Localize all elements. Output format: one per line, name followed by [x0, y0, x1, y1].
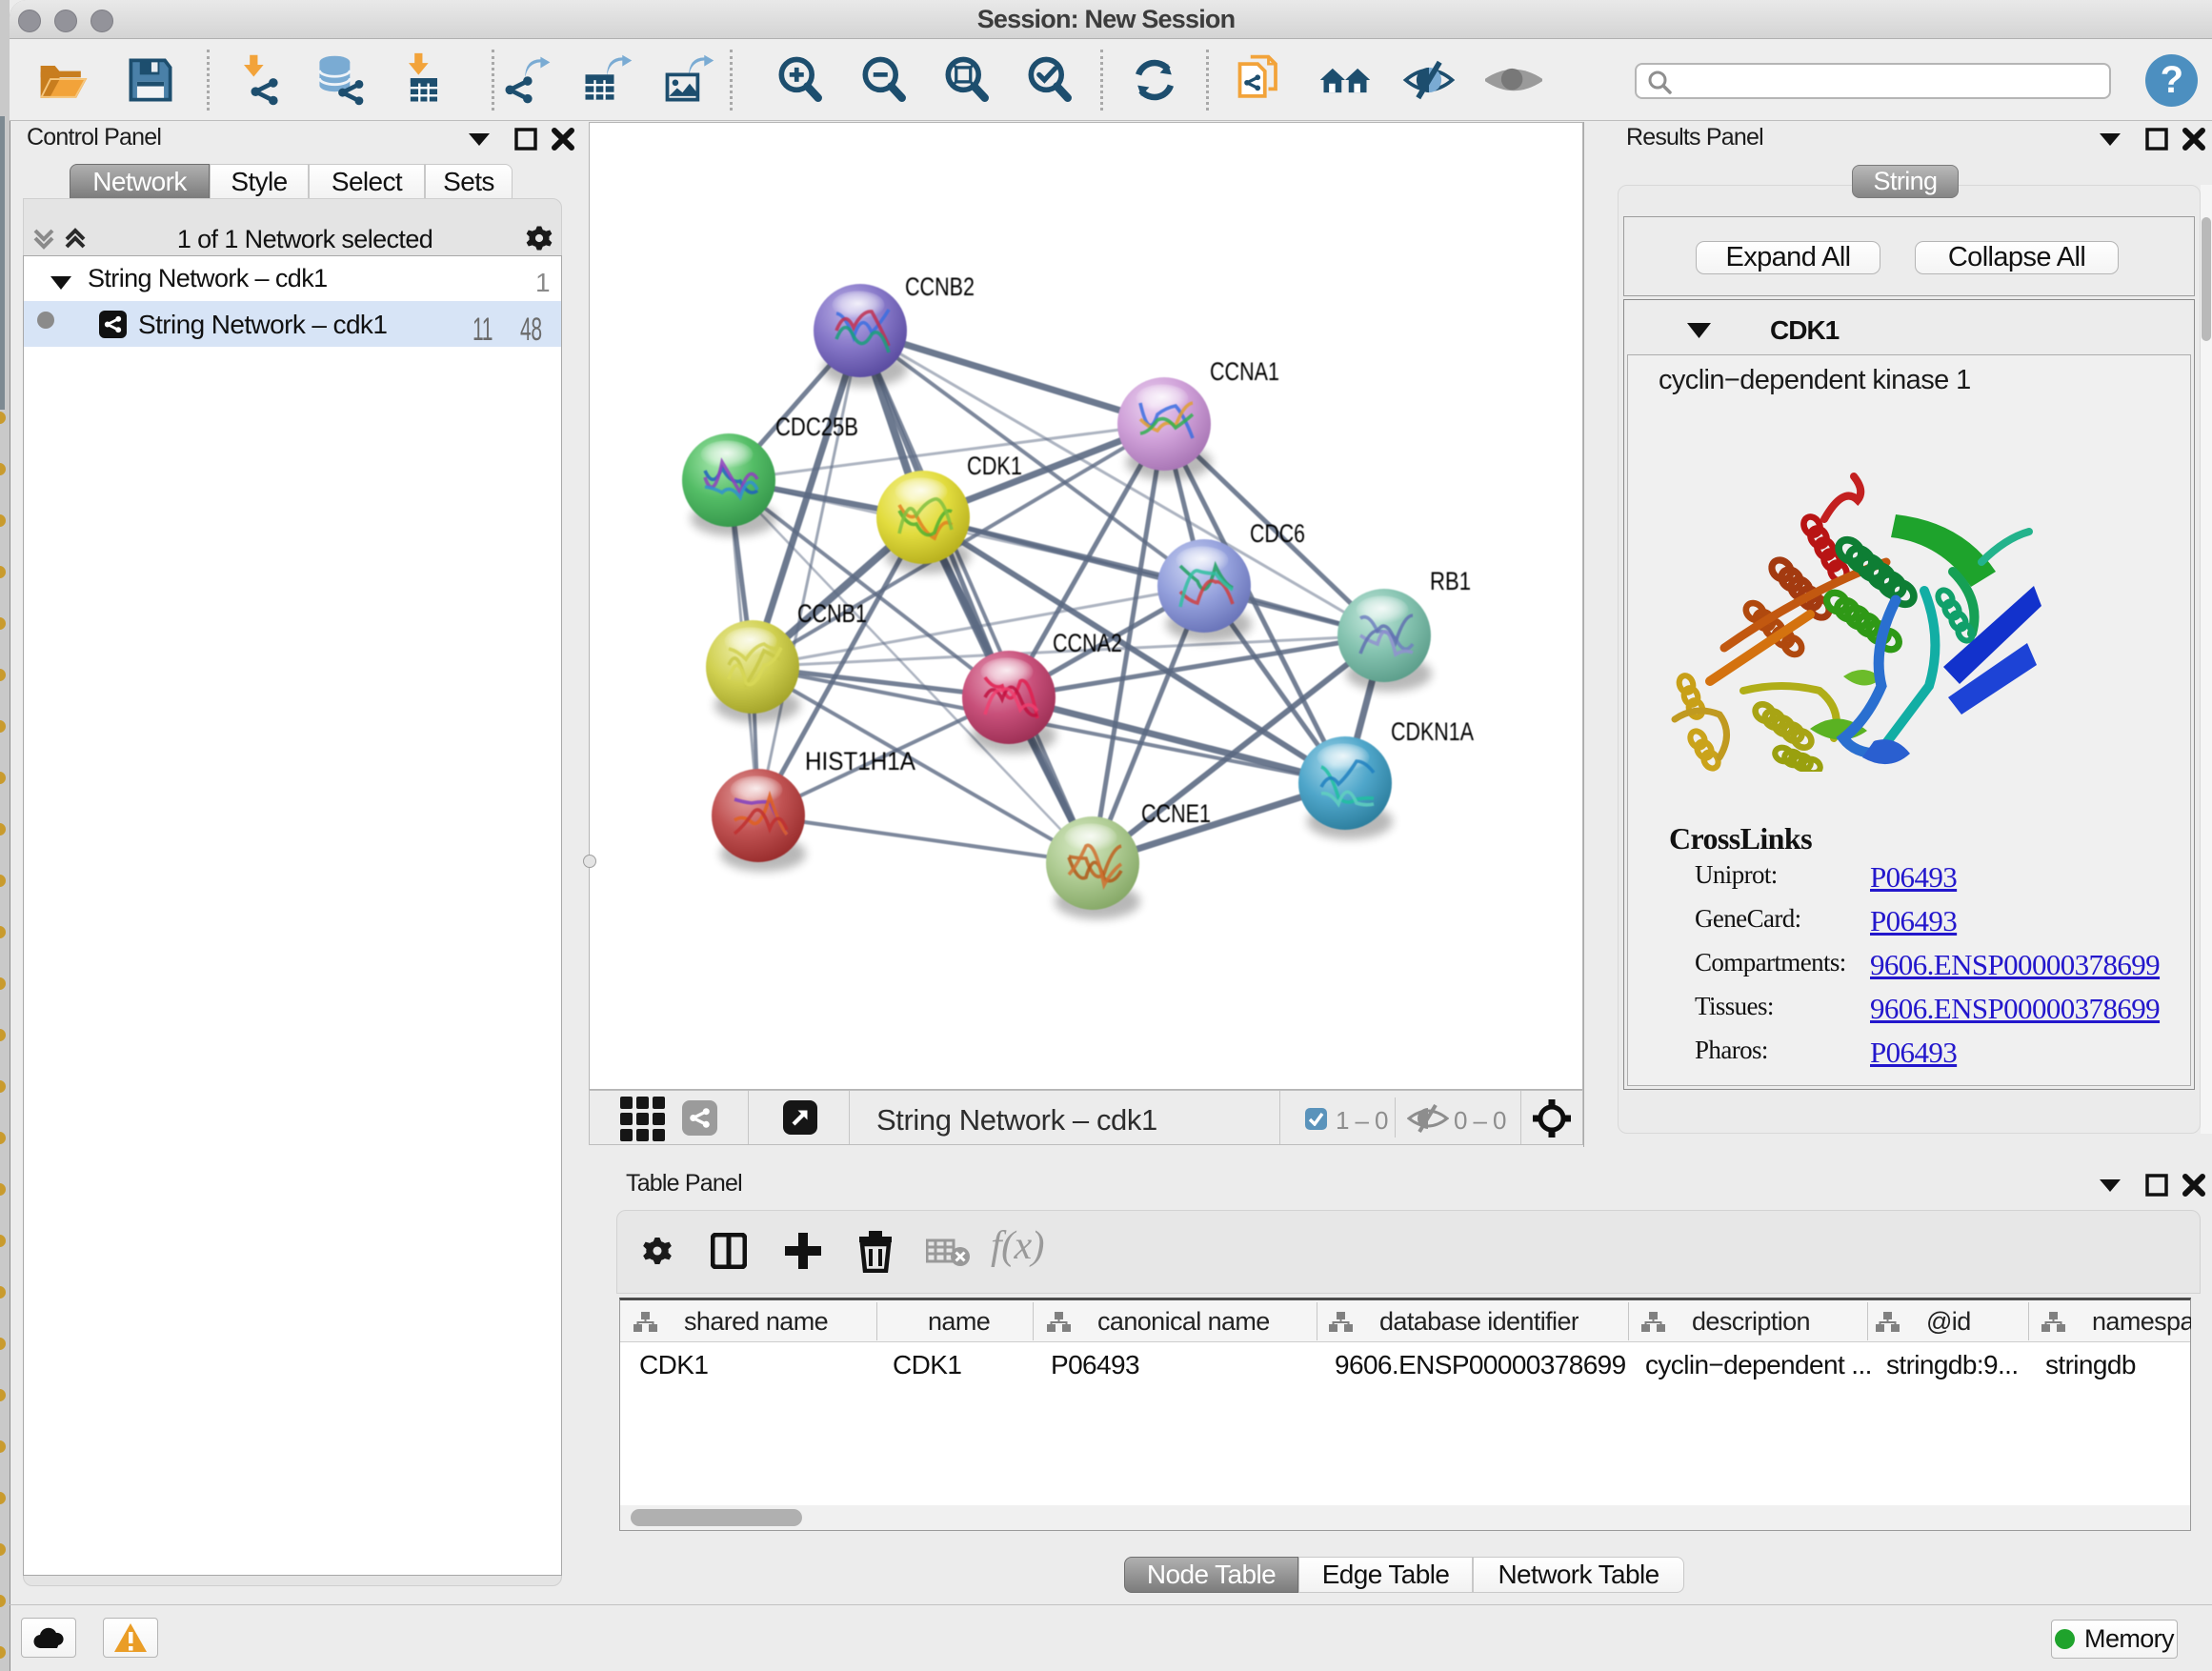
- svg-text:CDK1: CDK1: [967, 452, 1022, 480]
- svg-text:CCNA2: CCNA2: [1053, 629, 1122, 657]
- svg-text:CCNB1: CCNB1: [797, 599, 867, 628]
- svg-text:CCNA1: CCNA1: [1210, 357, 1279, 386]
- svg-text:CDKN1A: CDKN1A: [1391, 717, 1474, 746]
- svg-text:CCNE1: CCNE1: [1141, 799, 1211, 828]
- svg-text:CDC6: CDC6: [1250, 519, 1305, 548]
- svg-text:HIST1H1A: HIST1H1A: [805, 747, 915, 775]
- svg-text:RB1: RB1: [1430, 567, 1471, 595]
- svg-text:CDC25B: CDC25B: [775, 413, 858, 441]
- svg-text:CCNB2: CCNB2: [905, 272, 975, 301]
